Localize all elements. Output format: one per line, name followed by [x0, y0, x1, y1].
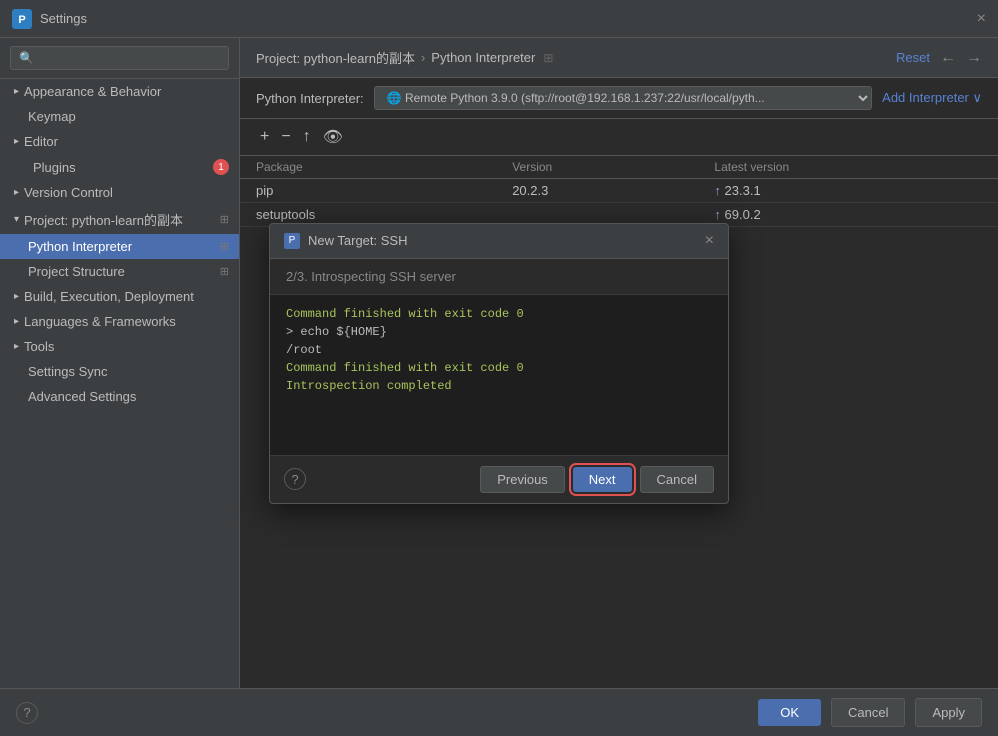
expand-arrow: ▸ [14, 187, 19, 198]
package-latest: ↑ 23.3.1 [698, 179, 998, 203]
title-bar: P Settings × [0, 0, 998, 38]
show-details-button[interactable]: 👁 [319, 125, 347, 149]
close-icon[interactable]: × [977, 10, 986, 28]
sidebar-item-project-structure[interactable]: Project Structure ⊞ [0, 259, 239, 284]
latest-version: 23.3.1 [725, 183, 761, 198]
content-header: Project: python-learn的副本 › Python Interp… [240, 38, 998, 78]
ssh-modal: P New Target: SSH × 2/3. Introspecting S… [269, 223, 729, 504]
settings-icon: ⊞ [220, 240, 229, 253]
header-actions: Reset ← → [896, 49, 982, 67]
add-interpreter-button[interactable]: Add Interpreter ∨ [882, 90, 982, 106]
interpreter-label: Python Interpreter: [256, 91, 364, 106]
cancel-button[interactable]: Cancel [831, 698, 905, 727]
sidebar-item-label: Appearance & Behavior [24, 84, 161, 99]
interpreter-row: Python Interpreter: 🌐 Remote Python 3.9.… [240, 78, 998, 119]
sidebar-item-version-control[interactable]: ▸ Version Control [0, 180, 239, 205]
log-line-3: /root [286, 343, 712, 357]
modal-footer: ? Previous Next Cancel [270, 455, 728, 503]
expand-arrow: ▸ [14, 341, 19, 352]
log-line-4: Command finished with exit code 0 [286, 361, 712, 375]
svg-text:P: P [18, 14, 25, 26]
sidebar-item-keymap[interactable]: Keymap [0, 104, 239, 129]
modal-log: Command finished with exit code 0 > echo… [270, 295, 728, 455]
forward-button[interactable]: → [966, 49, 982, 67]
help-button[interactable]: ? [16, 702, 38, 724]
sidebar-item-label: Tools [24, 339, 54, 354]
package-latest: ↑ 69.0.2 [698, 203, 998, 227]
back-button[interactable]: ← [940, 49, 956, 67]
modal-header: P New Target: SSH × [270, 224, 728, 259]
breadcrumb-page: Python Interpreter [431, 50, 535, 65]
package-name: pip [240, 179, 496, 203]
expand-arrow: ▸ [14, 291, 19, 302]
modal-help-button[interactable]: ? [284, 468, 306, 490]
sidebar-item-settings-sync[interactable]: Settings Sync [0, 359, 239, 384]
modal-title: New Target: SSH [308, 233, 407, 248]
sidebar-item-label: Keymap [28, 109, 76, 124]
update-icon: ↑ [714, 183, 724, 198]
latest-version: 69.0.2 [725, 207, 761, 222]
sidebar-item-languages[interactable]: ▸ Languages & Frameworks [0, 309, 239, 334]
modal-logo: P [284, 233, 300, 249]
sidebar-item-label: Settings Sync [28, 364, 108, 379]
col-version: Version [496, 156, 698, 179]
sidebar-item-label: Languages & Frameworks [24, 314, 176, 329]
add-package-button[interactable]: + [256, 126, 273, 148]
sidebar-item-appearance[interactable]: ▸ Appearance & Behavior [0, 79, 239, 104]
settings-icon: ⊞ [220, 265, 229, 278]
log-line-1: Command finished with exit code 0 [286, 307, 712, 321]
module-icon: ⊞ [543, 51, 553, 65]
remove-package-button[interactable]: − [277, 126, 294, 148]
sidebar-item-build[interactable]: ▸ Build, Execution, Deployment [0, 284, 239, 309]
previous-button[interactable]: Previous [480, 466, 565, 493]
sidebar-item-project[interactable]: ▾ Project: python-learn的副本 ⊞ [0, 205, 239, 234]
col-latest: Latest version [698, 156, 998, 179]
package-version: 20.2.3 [496, 179, 698, 203]
col-package: Package [240, 156, 496, 179]
table-row: pip 20.2.3 ↑ 23.3.1 [240, 179, 998, 203]
modal-close-button[interactable]: × [705, 232, 714, 250]
sidebar-item-label: Plugins [33, 160, 76, 175]
next-button[interactable]: Next [573, 467, 632, 492]
bottom-bar: ? OK Cancel Apply [0, 688, 998, 736]
search-box[interactable] [0, 38, 239, 79]
expand-arrow: ▸ [14, 136, 19, 147]
sidebar-item-python-interpreter[interactable]: Python Interpreter ⊞ [0, 234, 239, 259]
sidebar-item-label: Python Interpreter [28, 239, 132, 254]
sidebar-item-plugins[interactable]: Plugins 1 [0, 154, 239, 180]
update-icon: ↑ [714, 207, 724, 222]
log-line-6: Introspection completed [286, 379, 712, 393]
ok-button[interactable]: OK [758, 699, 821, 726]
apply-button[interactable]: Apply [915, 698, 982, 727]
sidebar-item-editor[interactable]: ▸ Editor [0, 129, 239, 154]
sidebar-item-label: Build, Execution, Deployment [24, 289, 194, 304]
plugin-badge: 1 [213, 159, 229, 175]
sidebar-item-advanced-settings[interactable]: Advanced Settings [0, 384, 239, 409]
sidebar: ▸ Appearance & Behavior Keymap ▸ Editor … [0, 38, 240, 688]
packages-table: Package Version Latest version pip 20.2.… [240, 156, 998, 227]
interpreter-select[interactable]: 🌐 Remote Python 3.9.0 (sftp://root@192.1… [374, 86, 872, 110]
window-title: Settings [40, 11, 87, 26]
reset-button[interactable]: Reset [896, 50, 930, 65]
sidebar-item-label: Project: python-learn的副本 [24, 210, 183, 229]
modal-cancel-button[interactable]: Cancel [640, 466, 714, 493]
search-input[interactable] [10, 46, 229, 70]
sidebar-item-tools[interactable]: ▸ Tools [0, 334, 239, 359]
sidebar-item-label: Version Control [24, 185, 113, 200]
sidebar-item-label: Editor [24, 134, 58, 149]
expand-arrow: ▸ [14, 86, 19, 97]
packages-toolbar: + − ↑ 👁 [240, 119, 998, 156]
sidebar-item-label: Project Structure [28, 264, 125, 279]
expand-arrow: ▸ [14, 316, 19, 327]
settings-icon: ⊞ [220, 213, 229, 226]
breadcrumb: Project: python-learn的副本 › Python Interp… [256, 48, 553, 67]
breadcrumb-project: Project: python-learn的副本 [256, 48, 415, 67]
expand-arrow: ▾ [14, 214, 19, 225]
app-logo: P [12, 9, 32, 29]
sidebar-item-label: Advanced Settings [28, 389, 136, 404]
upgrade-package-button[interactable]: ↑ [299, 126, 315, 148]
breadcrumb-arrow: › [421, 50, 425, 65]
modal-step: 2/3. Introspecting SSH server [270, 259, 728, 295]
log-line-2: > echo ${HOME} [286, 325, 712, 339]
